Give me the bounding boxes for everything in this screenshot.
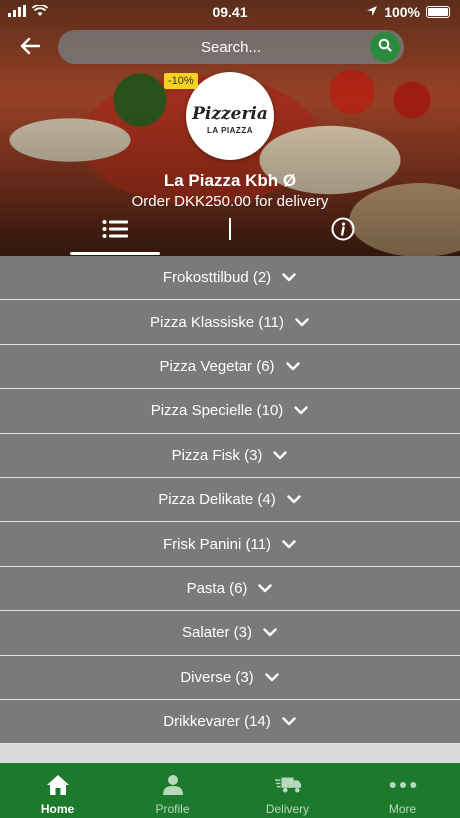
category-row[interactable]: Pizza Delikate (4) [0, 477, 460, 523]
chevron-down-icon [281, 536, 297, 552]
category-row[interactable]: Salater (3) [0, 611, 460, 656]
bottom-nav: Home Profile Delivery More [0, 763, 460, 818]
store-name: La Piazza Kbh Ø [163, 171, 297, 190]
search-placeholder: Search... [200, 38, 262, 56]
category-label: Pasta (6) [186, 579, 248, 597]
category-label: Frisk Panini (11) [162, 535, 272, 553]
chevron-down-icon [281, 714, 297, 730]
nav-delivery-label: Delivery [265, 802, 310, 816]
more-icon [389, 771, 417, 799]
category-label: Drikkevarer (14) [163, 713, 271, 731]
category-label: Diverse (3) [180, 668, 254, 686]
truck-icon [274, 771, 302, 799]
category-label: Pizza Delikate (4) [158, 491, 276, 509]
location-arrow-icon [366, 4, 378, 20]
category-label: Salater (3) [181, 624, 253, 642]
category-row[interactable]: Frisk Panini (11) [0, 522, 460, 567]
nav-profile-label: Profile [155, 802, 190, 816]
back-button[interactable] [12, 32, 48, 64]
search-button[interactable] [370, 32, 400, 62]
status-bar: 09.41 100% [0, 0, 460, 24]
battery-icon [426, 6, 450, 18]
category-row[interactable]: Pizza Fisk (3) [0, 433, 460, 478]
logo-text-pizzeria: Pizzeria [192, 103, 268, 124]
user-icon [159, 771, 187, 799]
category-label: Pizza Vegetar (6) [159, 357, 275, 375]
chevron-down-icon [262, 625, 278, 641]
category-row[interactable]: Pizza Specielle (10) [0, 389, 460, 434]
chevron-down-icon [257, 580, 273, 596]
nav-home-label: Home [40, 802, 75, 816]
category-label: Pizza Klassiske (11) [150, 313, 284, 331]
category-row[interactable]: Diverse (3) [0, 655, 460, 700]
category-row[interactable]: Pasta (6) [0, 566, 460, 612]
chevron-down-icon [285, 358, 301, 374]
store-order-info: Order DKK250.00 for delivery [131, 193, 329, 210]
info-icon [331, 217, 355, 246]
store-tabs [0, 214, 460, 256]
nav-delivery[interactable]: Delivery [230, 763, 345, 818]
store-logo: Pizzeria LA PIAZZA [186, 72, 274, 160]
nav-home[interactable]: Home [0, 763, 115, 818]
home-icon [44, 771, 72, 799]
list-icon [102, 219, 128, 243]
category-row[interactable]: Drikkevarer (14) [0, 699, 460, 745]
category-row[interactable]: Pizza Klassiske (11) [0, 300, 460, 345]
chevron-down-icon [294, 314, 310, 330]
logo-text-la-piazza: LA PIAZZA [207, 125, 253, 135]
tab-menu[interactable] [70, 216, 160, 246]
chevron-down-icon [264, 669, 280, 685]
chevron-down-icon [286, 492, 302, 508]
arrow-left-icon [20, 37, 41, 60]
tab-info[interactable] [330, 217, 356, 246]
chevron-down-icon [281, 270, 297, 286]
discount-badge: -10% [164, 73, 198, 89]
tab-active-indicator [70, 252, 160, 255]
category-label: Pizza Specielle (10) [150, 402, 284, 420]
tab-divider [229, 218, 231, 240]
category-list: Frokosttilbud (2) Pizza Klassiske (11) P… [0, 256, 460, 745]
battery-percent: 100% [384, 4, 420, 20]
chevron-down-icon [293, 403, 309, 419]
nav-profile[interactable]: Profile [115, 763, 230, 818]
category-label: Pizza Fisk (3) [171, 446, 263, 464]
status-right: 100% [366, 4, 450, 20]
nav-more[interactable]: More [345, 763, 460, 818]
category-row[interactable]: Frokosttilbud (2) [0, 256, 460, 301]
search-icon [378, 38, 392, 56]
search-input[interactable]: Search... [58, 30, 404, 64]
nav-more-label: More [388, 802, 417, 816]
chevron-down-icon [272, 447, 288, 463]
category-row[interactable]: Pizza Vegetar (6) [0, 344, 460, 390]
category-label: Frokosttilbud (2) [162, 269, 272, 287]
